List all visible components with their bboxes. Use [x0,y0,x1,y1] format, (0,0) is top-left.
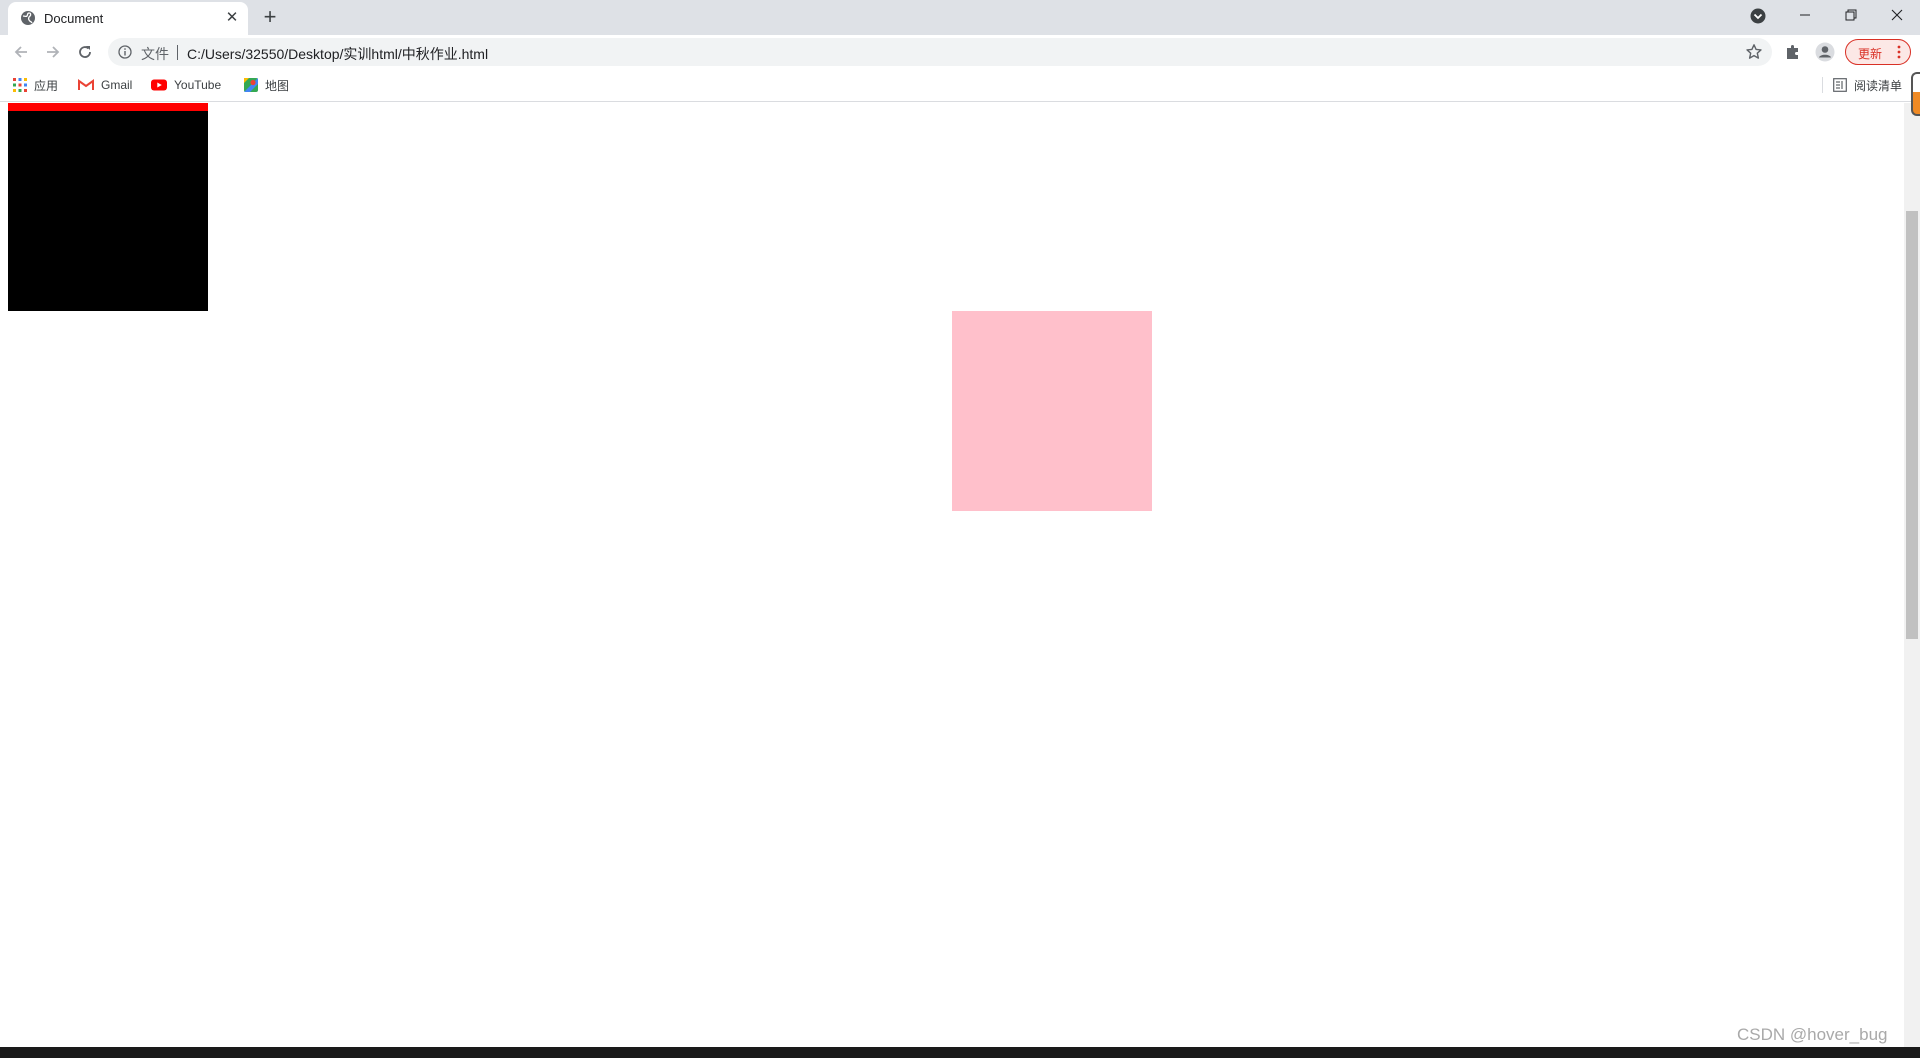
omnibox-divider [177,45,178,60]
tab-document[interactable]: Document ✕ [8,2,248,35]
back-button[interactable] [9,40,33,64]
bookmark-apps[interactable]: 应用 [13,76,58,94]
bookmark-gmail-label: Gmail [101,78,133,92]
gmail-icon [78,79,94,90]
url-text[interactable]: C:/Users/32550/Desktop/实训html/中秋作业.html [187,44,488,64]
vertical-scrollbar[interactable] [1904,103,1920,1047]
scheme-label: 文件 [141,46,169,62]
reading-list-icon [1833,78,1847,92]
puzzle-icon[interactable] [1784,43,1802,61]
bookmark-gmail[interactable]: Gmail [78,76,132,94]
profile-avatar-icon[interactable] [1815,42,1835,62]
taskbar [0,1047,1920,1058]
bookmark-maps[interactable]: 地图 [244,76,289,94]
reload-button[interactable] [73,40,97,64]
page-viewport [0,103,1904,1047]
update-label: 更新 [1858,47,1883,61]
minimize-button[interactable] [1782,0,1828,30]
maps-icon [244,78,258,92]
address-bar[interactable]: 文件 C:/Users/32550/Desktop/实训html/中秋作业.ht… [108,38,1772,66]
arrow-right-icon [47,46,60,58]
bookmarks-bar: 应用 Gmail YouTube 地图 阅读清单 [0,68,1920,102]
bookmark-youtube[interactable]: YouTube [151,76,221,94]
scroll-indicator-icon [1911,72,1920,116]
reading-list-button[interactable]: 阅读清单 [1833,76,1902,94]
update-button[interactable]: 更新 [1845,39,1911,65]
apps-grid-icon [13,78,27,92]
more-vertical-icon [1897,45,1901,59]
tab-strip: Document ✕ + [0,0,1920,35]
bookmark-apps-label: 应用 [34,78,59,93]
scrollbar-thumb[interactable] [1906,211,1918,639]
bookmarks-divider [1822,77,1823,93]
star-icon[interactable] [1745,43,1763,61]
reading-list-label: 阅读清单 [1854,78,1903,93]
forward-button[interactable] [41,40,65,64]
browser-toolbar: 文件 C:/Users/32550/Desktop/实训html/中秋作业.ht… [0,35,1920,68]
youtube-icon [151,79,167,91]
watermark: CSDN @hover_bug [1737,1025,1888,1044]
restore-button[interactable] [1828,0,1874,30]
globe-icon [21,11,35,25]
tab-search-icon[interactable] [1750,8,1766,24]
close-window-button[interactable] [1874,0,1920,30]
close-icon [1891,9,1903,21]
info-icon[interactable] [118,45,132,59]
reload-icon [79,46,91,58]
tab-title: Document [44,11,104,26]
restore-icon [1845,9,1857,21]
bookmark-maps-label: 地图 [265,78,290,93]
black-box [8,103,208,311]
arrow-left-icon [14,46,27,58]
bookmark-youtube-label: YouTube [174,78,222,92]
pink-box [952,311,1152,511]
tab-close-icon[interactable]: ✕ [223,9,241,27]
new-tab-button[interactable]: + [258,6,282,30]
minimize-icon [1800,14,1810,16]
